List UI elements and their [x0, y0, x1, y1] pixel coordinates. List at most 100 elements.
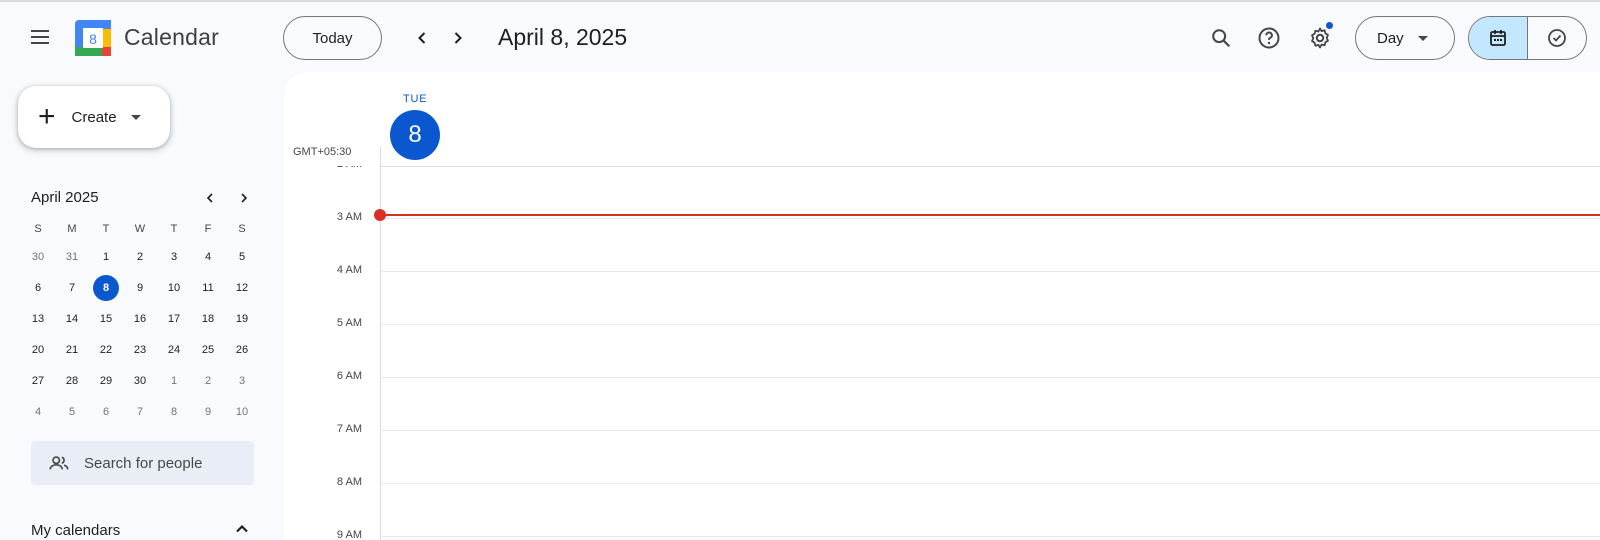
my-calendars-heading[interactable]: My calendars — [31, 522, 120, 539]
mini-calendar-day[interactable]: 3 — [157, 241, 191, 272]
mini-calendar-day[interactable]: 21 — [55, 334, 89, 365]
current-time-dot — [374, 209, 386, 221]
mini-calendar-day[interactable]: 1 — [89, 241, 123, 272]
mini-calendar-day[interactable]: 14 — [55, 303, 89, 334]
mini-calendar-day[interactable]: 10 — [157, 272, 191, 303]
mini-calendar-day[interactable]: 28 — [55, 365, 89, 396]
chevron-left-icon — [418, 32, 426, 44]
mini-calendar-day-label: 21 — [65, 343, 79, 356]
mini-calendar-day[interactable]: 29 — [89, 365, 123, 396]
mini-calendar-day[interactable]: 15 — [89, 303, 123, 334]
tasks-view-toggle[interactable] — [1528, 17, 1586, 59]
mini-calendar-day[interactable]: 18 — [191, 303, 225, 334]
mini-calendar-day[interactable]: 30 — [123, 365, 157, 396]
mini-calendar-day-label: 1 — [102, 250, 110, 263]
hour-label-mask — [284, 158, 380, 166]
mini-calendar-day[interactable]: 5 — [55, 396, 89, 427]
caret-down-icon[interactable] — [130, 114, 141, 120]
mini-calendar-week-row: 4 5 6 7 8 9 10 — [21, 396, 259, 427]
mini-calendar-day[interactable]: 17 — [157, 303, 191, 334]
mini-calendar-day-label: 13 — [31, 312, 45, 325]
mini-calendar-day[interactable]: 30 — [21, 241, 55, 272]
settings-notification-dot — [1326, 22, 1333, 29]
mini-calendar-day[interactable]: 25 — [191, 334, 225, 365]
hour-gridline — [380, 483, 1600, 484]
view-switcher-dropdown[interactable]: Day — [1355, 16, 1455, 60]
gear-icon — [1311, 27, 1329, 49]
mini-calendar-day-label: 8 — [93, 274, 119, 301]
mini-calendar-day[interactable]: 16 — [123, 303, 157, 334]
mini-calendar-day[interactable]: 19 — [225, 303, 259, 334]
mini-calendar-day[interactable]: 2 — [123, 241, 157, 272]
mini-calendar-day[interactable]: 23 — [123, 334, 157, 365]
mini-calendar-day[interactable]: 8 — [89, 272, 123, 303]
mini-calendar-day[interactable]: 9 — [123, 272, 157, 303]
search-people-field[interactable]: Search for people — [31, 441, 254, 485]
mini-calendar-day[interactable]: 22 — [89, 334, 123, 365]
mini-calendar-day-label: 8 — [170, 405, 178, 418]
hour-label: 9 AM — [336, 529, 362, 540]
previous-period-button[interactable] — [402, 18, 442, 58]
weekday-label: F — [204, 223, 212, 235]
next-period-button[interactable] — [438, 18, 478, 58]
day-number-button[interactable]: 8 — [390, 110, 440, 160]
mini-calendar-day-label: 28 — [65, 374, 79, 387]
weekday-label: S — [238, 223, 246, 235]
mini-calendar-day[interactable]: 11 — [191, 272, 225, 303]
mini-calendar-day[interactable]: 27 — [21, 365, 55, 396]
mini-calendar-day[interactable]: 10 — [225, 396, 259, 427]
mini-calendar-day[interactable]: 1 — [157, 365, 191, 396]
mini-calendar-day[interactable]: 20 — [21, 334, 55, 365]
mini-calendar-day[interactable]: 6 — [21, 272, 55, 303]
mini-calendar-day[interactable]: 5 — [225, 241, 259, 272]
calendar-logo[interactable]: 8 — [75, 20, 111, 56]
chevron-right-icon — [241, 193, 248, 203]
mini-calendar-day[interactable]: 13 — [21, 303, 55, 334]
mini-calendar-next-button[interactable] — [232, 186, 256, 210]
settings-button[interactable] — [1300, 18, 1340, 58]
mini-calendar-day-label: 29 — [99, 374, 113, 387]
mini-calendar-day[interactable]: 2 — [191, 365, 225, 396]
mini-calendar-day[interactable]: 6 — [89, 396, 123, 427]
mini-calendar-day[interactable]: 4 — [21, 396, 55, 427]
mini-calendar-day[interactable]: 26 — [225, 334, 259, 365]
calendar-view-toggle[interactable] — [1469, 17, 1528, 59]
weekday-label: T — [170, 223, 178, 235]
help-button[interactable] — [1249, 18, 1289, 58]
app-title: Calendar — [124, 24, 219, 50]
mini-calendar-day[interactable]: 8 — [157, 396, 191, 427]
mini-calendar-day[interactable]: 4 — [191, 241, 225, 272]
hour-gridline — [380, 377, 1600, 378]
current-date-title: April 8, 2025 — [498, 24, 628, 50]
hour-label: 3 AM — [336, 211, 362, 223]
task-check-icon — [1548, 29, 1566, 47]
mini-calendar-day[interactable]: 7 — [55, 272, 89, 303]
mini-calendar-day[interactable]: 9 — [191, 396, 225, 427]
hour-label: 4 AM — [336, 264, 362, 276]
search-button[interactable] — [1201, 18, 1241, 58]
hour-gridline — [380, 536, 1600, 537]
help-icon — [1258, 27, 1280, 49]
main-menu-button[interactable] — [20, 17, 60, 57]
my-calendars-collapse-button[interactable] — [232, 519, 252, 540]
day-header-divider — [380, 166, 1600, 167]
mini-calendar-day-label: 10 — [167, 281, 181, 294]
mini-calendar-day-label: 7 — [136, 405, 144, 418]
mini-calendar-day[interactable]: 12 — [225, 272, 259, 303]
mini-calendar-day[interactable]: 24 — [157, 334, 191, 365]
mini-calendar-day[interactable]: 3 — [225, 365, 259, 396]
menu-icon — [31, 30, 49, 44]
mini-calendar-prev-button[interactable] — [198, 186, 222, 210]
people-icon — [49, 456, 69, 470]
mini-calendar-day[interactable]: 31 — [55, 241, 89, 272]
mini-calendar-day[interactable]: 7 — [123, 396, 157, 427]
mini-calendar-weeks: 30 31 1 2 3 4 5 6 7 8 9 10 11 12 13 14 15 16 17 18 19 20 21 22 2… — [21, 241, 259, 427]
search-icon — [1212, 29, 1231, 48]
mini-calendar-day-label: 14 — [65, 312, 79, 325]
mini-calendar-day-label: 1 — [170, 374, 178, 387]
create-button[interactable]: + Create — [18, 86, 170, 148]
today-button[interactable]: Today — [283, 16, 382, 60]
mini-calendar-day-label: 6 — [34, 281, 42, 294]
mini-calendar-day-label: 10 — [235, 405, 249, 418]
timezone-label: GMT+05:30 — [293, 146, 352, 158]
